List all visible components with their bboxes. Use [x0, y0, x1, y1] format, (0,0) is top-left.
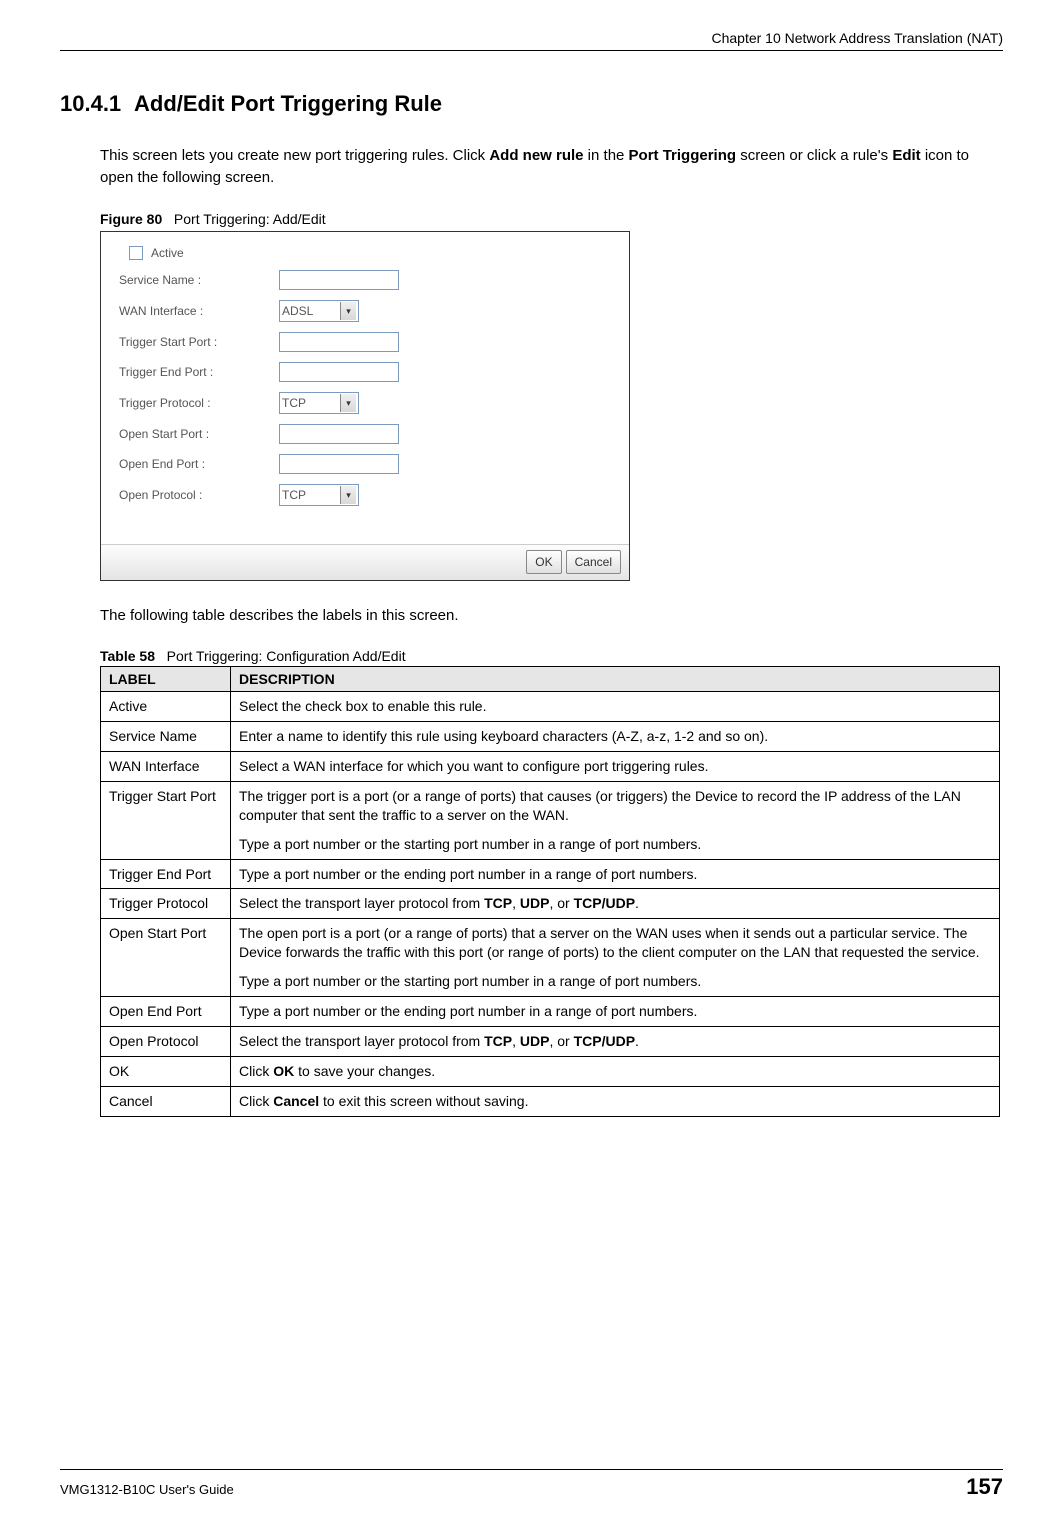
active-row: Active [119, 246, 611, 261]
table-row: Cancel Click Cancel to exit this screen … [101, 1086, 1000, 1116]
footer-rule [60, 1469, 1003, 1470]
table-row: Active Select the check box to enable th… [101, 692, 1000, 722]
wan-interface-select[interactable]: ADSL▾ [279, 300, 359, 322]
row-label: Trigger Start Port [101, 781, 231, 859]
row-label: OK [101, 1056, 231, 1086]
table-row: WAN Interface Select a WAN interface for… [101, 752, 1000, 782]
row-label: WAN Interface [101, 752, 231, 782]
footer-guide-name: VMG1312-B10C User's Guide [60, 1482, 234, 1497]
trigger-protocol-label: Trigger Protocol : [119, 396, 279, 410]
trigger-start-port-label: Trigger Start Port : [119, 335, 279, 349]
open-start-port-input[interactable] [279, 424, 399, 444]
row-label: Active [101, 692, 231, 722]
table-row: Trigger Protocol Select the transport la… [101, 889, 1000, 919]
row-desc: Click Cancel to exit this screen without… [231, 1086, 1000, 1116]
section-title: Add/Edit Port Triggering Rule [134, 91, 442, 116]
row-desc: The open port is a port (or a range of p… [231, 919, 1000, 997]
trigger-end-port-label: Trigger End Port : [119, 365, 279, 379]
table-row: Open Protocol Select the transport layer… [101, 1026, 1000, 1056]
header-rule [60, 50, 1003, 51]
row-desc: Select a WAN interface for which you wan… [231, 752, 1000, 782]
row-label: Service Name [101, 722, 231, 752]
chevron-down-icon: ▾ [340, 302, 356, 320]
table-row: OK Click OK to save your changes. [101, 1056, 1000, 1086]
trigger-end-port-input[interactable] [279, 362, 399, 382]
table-caption: Table 58 Port Triggering: Configuration … [100, 648, 1003, 664]
row-desc: Select the transport layer protocol from… [231, 1026, 1000, 1056]
dialog-footer: OK Cancel [101, 544, 629, 580]
table-row: Open Start Port The open port is a port … [101, 919, 1000, 997]
active-checkbox[interactable] [129, 246, 143, 260]
table-intro: The following table describes the labels… [100, 605, 1003, 627]
row-label: Open End Port [101, 997, 231, 1027]
ok-button[interactable]: OK [526, 550, 561, 574]
row-label: Open Protocol [101, 1026, 231, 1056]
row-desc: Select the transport layer protocol from… [231, 889, 1000, 919]
wan-interface-label: WAN Interface : [119, 304, 279, 318]
row-label: Trigger Protocol [101, 889, 231, 919]
open-end-port-input[interactable] [279, 454, 399, 474]
chevron-down-icon: ▾ [340, 394, 356, 412]
row-label: Open Start Port [101, 919, 231, 997]
chevron-down-icon: ▾ [340, 486, 356, 504]
page-footer: VMG1312-B10C User's Guide 157 [60, 1469, 1003, 1500]
table-header-label: LABEL [101, 667, 231, 692]
row-desc: Select the check box to enable this rule… [231, 692, 1000, 722]
row-desc: The trigger port is a port (or a range o… [231, 781, 1000, 859]
trigger-protocol-select[interactable]: TCP▾ [279, 392, 359, 414]
description-table: LABEL DESCRIPTION Active Select the chec… [100, 666, 1000, 1116]
chapter-header: Chapter 10 Network Address Translation (… [60, 30, 1003, 46]
active-label: Active [151, 246, 184, 260]
table-row: Trigger Start Port The trigger port is a… [101, 781, 1000, 859]
row-label: Trigger End Port [101, 859, 231, 889]
table-row: Service Name Enter a name to identify th… [101, 722, 1000, 752]
intro-paragraph: This screen lets you create new port tri… [100, 145, 1003, 189]
table-row: Open End Port Type a port number or the … [101, 997, 1000, 1027]
service-name-label: Service Name : [119, 273, 279, 287]
section-heading: 10.4.1Add/Edit Port Triggering Rule [60, 91, 1003, 117]
row-desc: Enter a name to identify this rule using… [231, 722, 1000, 752]
open-end-port-label: Open End Port : [119, 457, 279, 471]
cancel-button[interactable]: Cancel [566, 550, 621, 574]
open-protocol-label: Open Protocol : [119, 488, 279, 502]
open-protocol-select[interactable]: TCP▾ [279, 484, 359, 506]
table-row: Trigger End Port Type a port number or t… [101, 859, 1000, 889]
row-desc: Type a port number or the ending port nu… [231, 859, 1000, 889]
table-header-description: DESCRIPTION [231, 667, 1000, 692]
row-label: Cancel [101, 1086, 231, 1116]
figure-screenshot: Active Service Name : WAN Interface : AD… [100, 231, 630, 581]
open-start-port-label: Open Start Port : [119, 427, 279, 441]
figure-caption: Figure 80 Port Triggering: Add/Edit [100, 211, 1003, 227]
service-name-input[interactable] [279, 270, 399, 290]
section-number: 10.4.1 [60, 91, 134, 117]
row-desc: Type a port number or the ending port nu… [231, 997, 1000, 1027]
footer-page-number: 157 [966, 1474, 1003, 1500]
trigger-start-port-input[interactable] [279, 332, 399, 352]
row-desc: Click OK to save your changes. [231, 1056, 1000, 1086]
